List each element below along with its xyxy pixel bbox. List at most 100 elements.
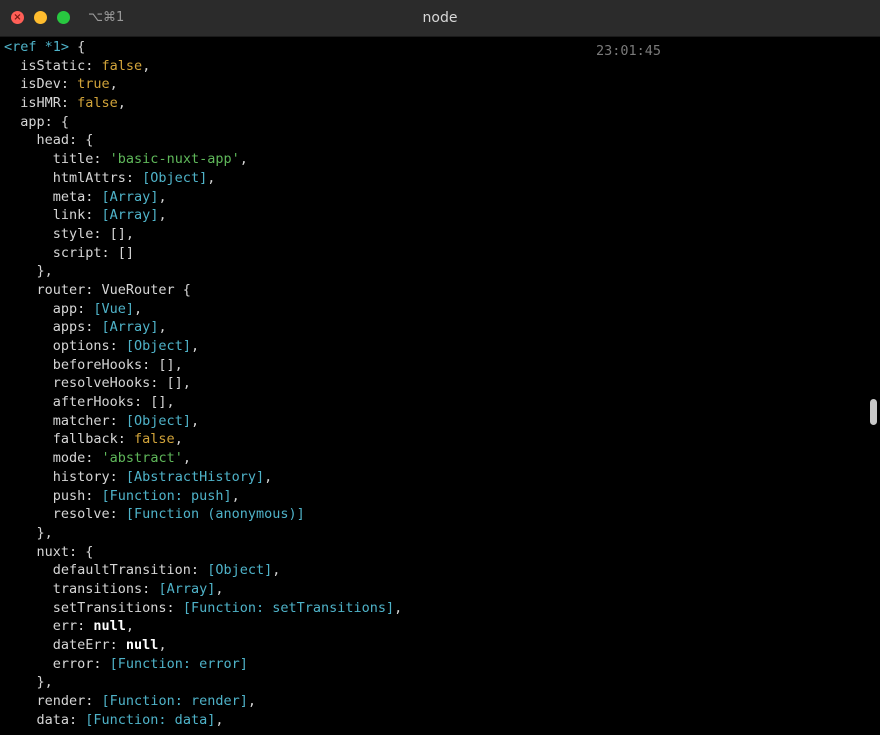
terminal-output[interactable]: <ref *1> { isStatic: false, isDev: true,…: [4, 38, 864, 735]
terminal-token: beforeHooks: [],: [4, 356, 183, 373]
terminal-token: },: [4, 674, 53, 691]
terminal-token: error:: [4, 655, 110, 672]
terminal-token: options:: [4, 338, 126, 354]
terminal-line: render: [Function: render],: [4, 692, 864, 711]
terminal-line: isStatic: false,: [4, 57, 864, 76]
terminal-token: ,: [158, 637, 167, 653]
terminal-token: ,: [190, 412, 200, 429]
terminal-token: defaultTransition:: [4, 562, 208, 579]
terminal-token: apps:: [4, 319, 102, 336]
terminal-token: false: [134, 431, 175, 448]
terminal-line: matcher: [Object],: [4, 412, 864, 431]
terminal-token: ,: [158, 188, 167, 205]
terminal-token: ,: [142, 57, 151, 74]
terminal-token: 'basic-nuxt-app': [109, 151, 240, 168]
terminal-token: [Function (anonymous)]: [125, 506, 305, 523]
terminal-token: [Array]: [101, 319, 159, 336]
terminal-token: [AbstractHistory]: [125, 468, 265, 485]
terminal-token: ,: [264, 468, 273, 485]
scrollbar-thumb[interactable]: [870, 399, 877, 425]
terminal-token: nuxt: {: [4, 543, 94, 560]
terminal-line: transitions: [Array],: [4, 580, 864, 599]
terminal-token: 'abstract': [101, 450, 183, 467]
terminal-token: style: [],: [4, 225, 135, 242]
terminal-token: [Object]: [125, 412, 191, 429]
terminal-token: [Array]: [158, 580, 216, 597]
terminal-line: push: [Function: push],: [4, 487, 864, 506]
terminal-token: dateErr:: [4, 637, 126, 653]
terminal-token: ,: [215, 711, 224, 728]
terminal-token: ,: [158, 319, 167, 336]
terminal-token: null: [125, 637, 159, 653]
terminal-token: [Function: render]: [101, 693, 248, 710]
terminal-token: mode:: [4, 450, 102, 467]
terminal-line: head: {: [4, 131, 864, 150]
terminal-line: style: [],: [4, 225, 864, 244]
terminal-token: <ref *1>: [4, 39, 78, 55]
terminal-token: [Object]: [207, 562, 273, 579]
terminal-line: error: [Function: error]: [4, 655, 864, 674]
terminal-line: mode: 'abstract',: [4, 449, 864, 468]
terminal-token: ,: [109, 76, 118, 93]
terminal-line: isHMR: false,: [4, 94, 864, 113]
terminal-token: link:: [4, 207, 102, 224]
terminal-token: },: [4, 524, 53, 541]
terminal-line: options: [Object],: [4, 337, 864, 356]
terminal-token: meta:: [4, 188, 102, 205]
terminal-line: link: [Array],: [4, 206, 864, 225]
terminal-token: [Array]: [101, 207, 159, 224]
terminal-line: isDev: true,: [4, 75, 864, 94]
terminal-line: resolve: [Function (anonymous)]: [4, 505, 864, 524]
terminal-token: head: {: [4, 132, 94, 149]
terminal-line: meta: [Array],: [4, 188, 864, 207]
terminal-token: null: [93, 618, 126, 635]
scrollbar[interactable]: [866, 37, 880, 735]
terminal-line: nuxt: {: [4, 543, 864, 562]
terminal-token: ,: [394, 599, 403, 616]
terminal-token: [Function: data]: [85, 711, 216, 728]
terminal-token: isDev:: [4, 76, 78, 93]
terminal-token: err:: [4, 618, 94, 635]
terminal-token: htmlAttrs:: [4, 169, 143, 186]
terminal-token: render:: [4, 693, 102, 710]
terminal-token: false: [101, 57, 143, 74]
terminal-token: title:: [4, 151, 110, 168]
terminal-token: push:: [4, 487, 102, 504]
terminal-token: resolveHooks: [],: [4, 375, 191, 392]
terminal-token: ,: [239, 151, 248, 168]
terminal-line: fallback: false,: [4, 430, 864, 449]
terminal-token: data:: [4, 711, 86, 728]
terminal-token: matcher:: [4, 412, 126, 429]
terminal-token: fallback:: [4, 431, 135, 448]
terminal-token: true: [77, 76, 110, 93]
terminal-token: ,: [125, 618, 135, 635]
terminal-token: [Vue]: [93, 300, 135, 317]
terminal-token: ,: [231, 487, 240, 504]
title-bar[interactable]: × ⌥⌘1 node: [0, 0, 880, 37]
terminal-token: script: []: [4, 244, 135, 261]
terminal-token: isStatic:: [4, 57, 102, 74]
terminal-token: ,: [117, 95, 126, 112]
terminal-token: [Object]: [125, 338, 191, 354]
terminal-token: ,: [174, 431, 183, 448]
terminal-token: [Object]: [142, 169, 208, 186]
terminal-line: title: 'basic-nuxt-app',: [4, 150, 864, 169]
terminal-line: router: VueRouter {: [4, 281, 864, 300]
terminal-line: app: {: [4, 113, 864, 132]
terminal-line: data: [Function: data],: [4, 711, 864, 730]
terminal-line: },: [4, 673, 864, 692]
terminal-token: app: {: [4, 113, 70, 130]
terminal-token: history:: [4, 468, 126, 485]
terminal-line: defaultTransition: [Object],: [4, 561, 864, 580]
terminal-line: apps: [Array],: [4, 318, 864, 337]
terminal-token: router: VueRouter {: [4, 281, 191, 298]
terminal-token: ,: [247, 693, 256, 710]
terminal-token: isHMR:: [4, 95, 78, 112]
terminal-token: app:: [4, 300, 94, 317]
terminal-window: × ⌥⌘1 node <ref *1> { isStatic: false, i…: [0, 0, 880, 735]
terminal-line: dateErr: null,: [4, 636, 864, 655]
terminal-token: false: [77, 95, 118, 112]
terminal-line: beforeHooks: [],: [4, 356, 864, 375]
terminal-line: },: [4, 262, 864, 281]
terminal-line: app: [Vue],: [4, 300, 864, 319]
